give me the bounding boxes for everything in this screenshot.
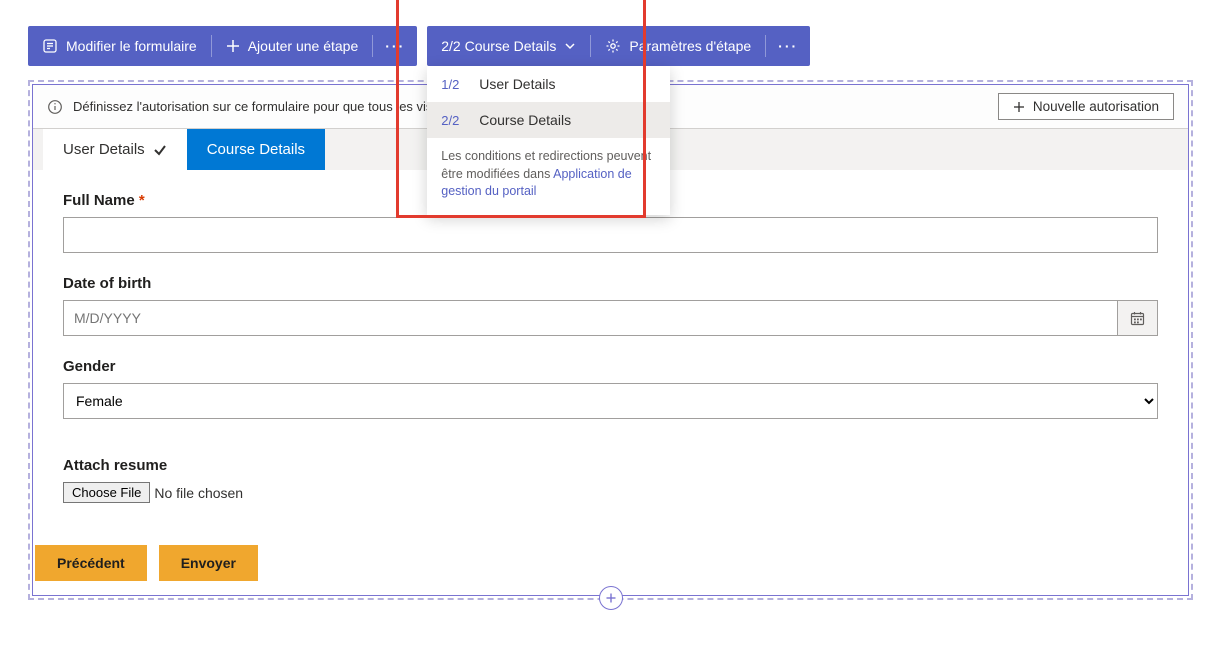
field-dob: Date of birth (63, 275, 1158, 336)
more-icon: ··· (778, 38, 798, 54)
dropdown-item-num: 1/2 (441, 77, 465, 92)
submit-button[interactable]: Envoyer (159, 545, 258, 581)
step-dropdown-panel: 1/2 User Details 2/2 Course Details Les … (427, 66, 670, 215)
tab-user-details[interactable]: User Details (43, 129, 187, 170)
add-step-button[interactable]: Ajouter une étape (212, 26, 373, 66)
toolbar2-more-button[interactable]: ··· (766, 26, 810, 66)
form-icon (42, 38, 58, 54)
attach-resume-label: Attach resume (63, 457, 1158, 474)
add-step-label: Ajouter une étape (248, 38, 359, 54)
new-authorization-label: Nouvelle autorisation (1033, 99, 1159, 114)
permission-info-text: Définissez l'autorisation sur ce formula… (73, 99, 475, 114)
plus-icon (226, 39, 240, 53)
dob-label: Date of birth (63, 275, 1158, 292)
dropdown-item-course-details[interactable]: 2/2 Course Details (427, 102, 670, 138)
tab-course-details[interactable]: Course Details (187, 129, 325, 170)
dropdown-item-label: Course Details (479, 112, 571, 128)
required-asterisk: * (139, 192, 145, 209)
new-authorization-button[interactable]: Nouvelle autorisation (998, 93, 1174, 120)
tab-label: Course Details (207, 141, 305, 158)
form-area: Full Name * Date of birth (33, 170, 1188, 537)
dropdown-item-user-details[interactable]: 1/2 User Details (427, 66, 670, 102)
dropdown-item-num: 2/2 (441, 113, 465, 128)
toolbar-form: Modifier le formulaire Ajouter une étape… (28, 26, 417, 66)
date-picker-button[interactable] (1118, 300, 1158, 336)
previous-button[interactable]: Précédent (35, 545, 147, 581)
dob-input[interactable] (63, 300, 1118, 336)
tab-label: User Details (63, 141, 145, 158)
field-gender: Gender Female (63, 358, 1158, 419)
plus-icon (1013, 101, 1025, 113)
gender-select[interactable]: Female (63, 383, 1158, 419)
choose-file-button[interactable]: Choose File (63, 482, 150, 503)
full-name-input[interactable] (63, 217, 1158, 253)
add-section-button[interactable] (599, 586, 623, 610)
edit-form-button[interactable]: Modifier le formulaire (28, 26, 211, 66)
file-status-text: No file chosen (154, 485, 243, 501)
plus-icon (605, 592, 617, 604)
step-indicator-label: 2/2 Course Details (441, 38, 556, 54)
toolbar-step: 2/2 Course Details Paramètres d'étape ··… (427, 26, 810, 66)
more-icon: ··· (385, 38, 405, 54)
info-icon (47, 99, 63, 115)
toolbar1-more-button[interactable]: ··· (373, 26, 417, 66)
step-settings-label: Paramètres d'étape (629, 38, 751, 54)
dropdown-footer: Les conditions et redirections peuvent ê… (427, 138, 670, 201)
field-attach-resume: Attach resume Choose File No file chosen (63, 457, 1158, 503)
gear-icon (605, 38, 621, 54)
edit-form-label: Modifier le formulaire (66, 38, 197, 54)
step-indicator-dropdown[interactable]: 2/2 Course Details (427, 26, 590, 66)
dropdown-item-label: User Details (479, 76, 555, 92)
check-icon (153, 143, 167, 157)
step-settings-button[interactable]: Paramètres d'étape (591, 26, 765, 66)
gender-label: Gender (63, 358, 1158, 375)
chevron-down-icon (564, 40, 576, 52)
calendar-icon (1130, 311, 1145, 326)
